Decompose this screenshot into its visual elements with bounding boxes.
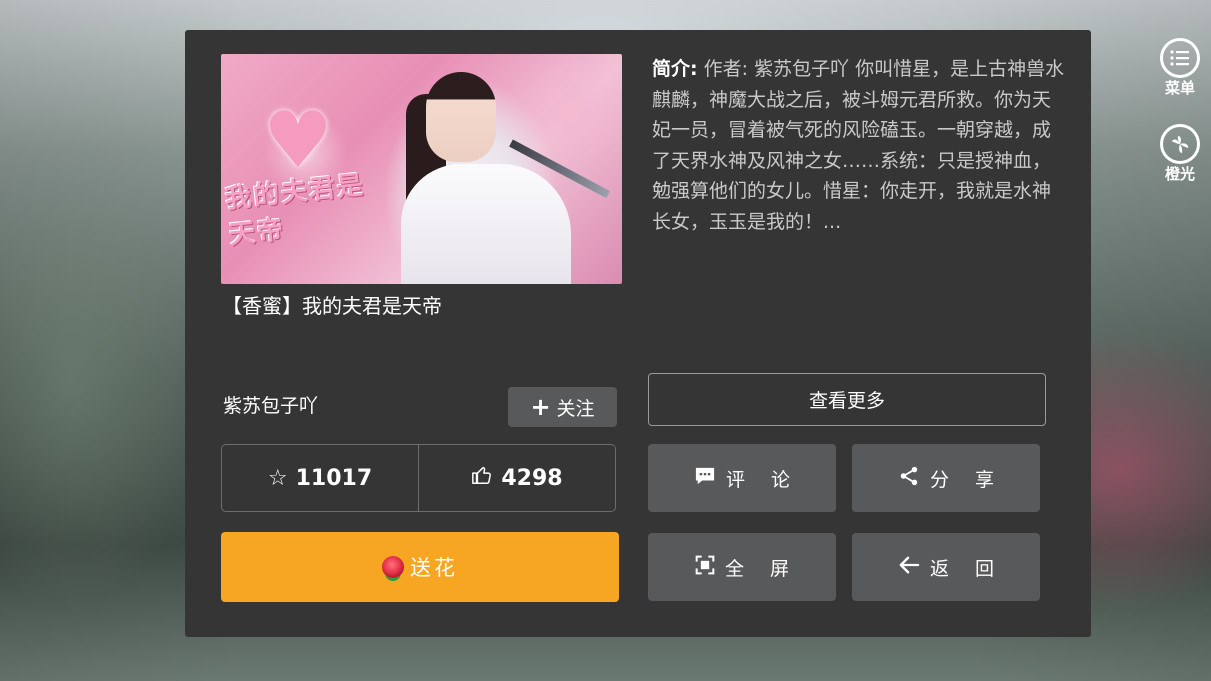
list-icon <box>1160 38 1200 78</box>
send-flower-button[interactable]: 送花 <box>221 532 619 602</box>
orange-light-logo-icon <box>1160 124 1200 164</box>
favorite-count: 11017 <box>295 465 373 491</box>
menu-button[interactable]: 菜单 <box>1155 38 1205 97</box>
cover-heart-icon: ♥ <box>263 96 333 186</box>
rose-icon <box>382 556 404 578</box>
share-button[interactable]: 分享 <box>852 444 1040 512</box>
author-name: 紫苏包子吖 <box>223 395 319 417</box>
orange-light-label: 橙光 <box>1164 165 1195 183</box>
send-flower-label: 送花 <box>410 556 458 580</box>
follow-label: 关注 <box>556 397 595 420</box>
menu-label: 菜单 <box>1164 79 1195 97</box>
comment-button[interactable]: 评论 <box>648 444 836 512</box>
fullscreen-label: 全屏 <box>724 557 815 580</box>
view-more-button[interactable]: 查看更多 <box>648 373 1046 426</box>
fullscreen-button[interactable]: 全屏 <box>648 533 836 601</box>
like-button[interactable]: 4298 <box>418 445 615 511</box>
cover-figure-head <box>426 72 496 162</box>
stats-box: ☆ 11017 4298 <box>221 444 616 512</box>
comment-label: 评论 <box>725 468 816 491</box>
like-count: 4298 <box>501 465 563 491</box>
book-intro: 简介: 作者: 紫苏包子吖 你叫惜星，是上古神兽水麒麟，神魔大战之后，被斗姆元君… <box>652 54 1067 237</box>
fullscreen-icon <box>695 555 715 580</box>
plus-icon: + <box>530 393 551 421</box>
favorite-button[interactable]: ☆ 11017 <box>222 445 418 511</box>
share-label: 分享 <box>929 468 1020 491</box>
back-button[interactable]: 返回 <box>852 533 1040 601</box>
follow-button[interactable]: + 关注 <box>508 387 617 427</box>
book-title: 【香蜜】我的夫君是天帝 <box>222 294 442 318</box>
arrow-left-icon <box>898 555 920 580</box>
back-label: 返回 <box>929 557 1020 580</box>
intro-text: 作者: 紫苏包子吖 你叫惜星，是上古神兽水麒麟，神魔大战之后，被斗姆元君所救。你… <box>652 58 1065 233</box>
thumbs-up-icon <box>471 464 493 492</box>
star-outline-icon: ☆ <box>267 465 288 491</box>
cover-figure-robe <box>401 164 571 284</box>
orange-light-button[interactable]: 橙光 <box>1155 124 1205 183</box>
book-detail-panel: ♥ 我的夫君是天帝 【香蜜】我的夫君是天帝 简介: 作者: 紫苏包子吖 你叫惜星… <box>185 30 1091 637</box>
intro-label: 简介: <box>652 58 698 80</box>
chat-bubble-icon <box>694 466 716 491</box>
book-cover-image: ♥ 我的夫君是天帝 <box>221 54 622 284</box>
cover-title-art: 我的夫君是天帝 <box>223 170 367 251</box>
share-icon <box>898 465 920 492</box>
